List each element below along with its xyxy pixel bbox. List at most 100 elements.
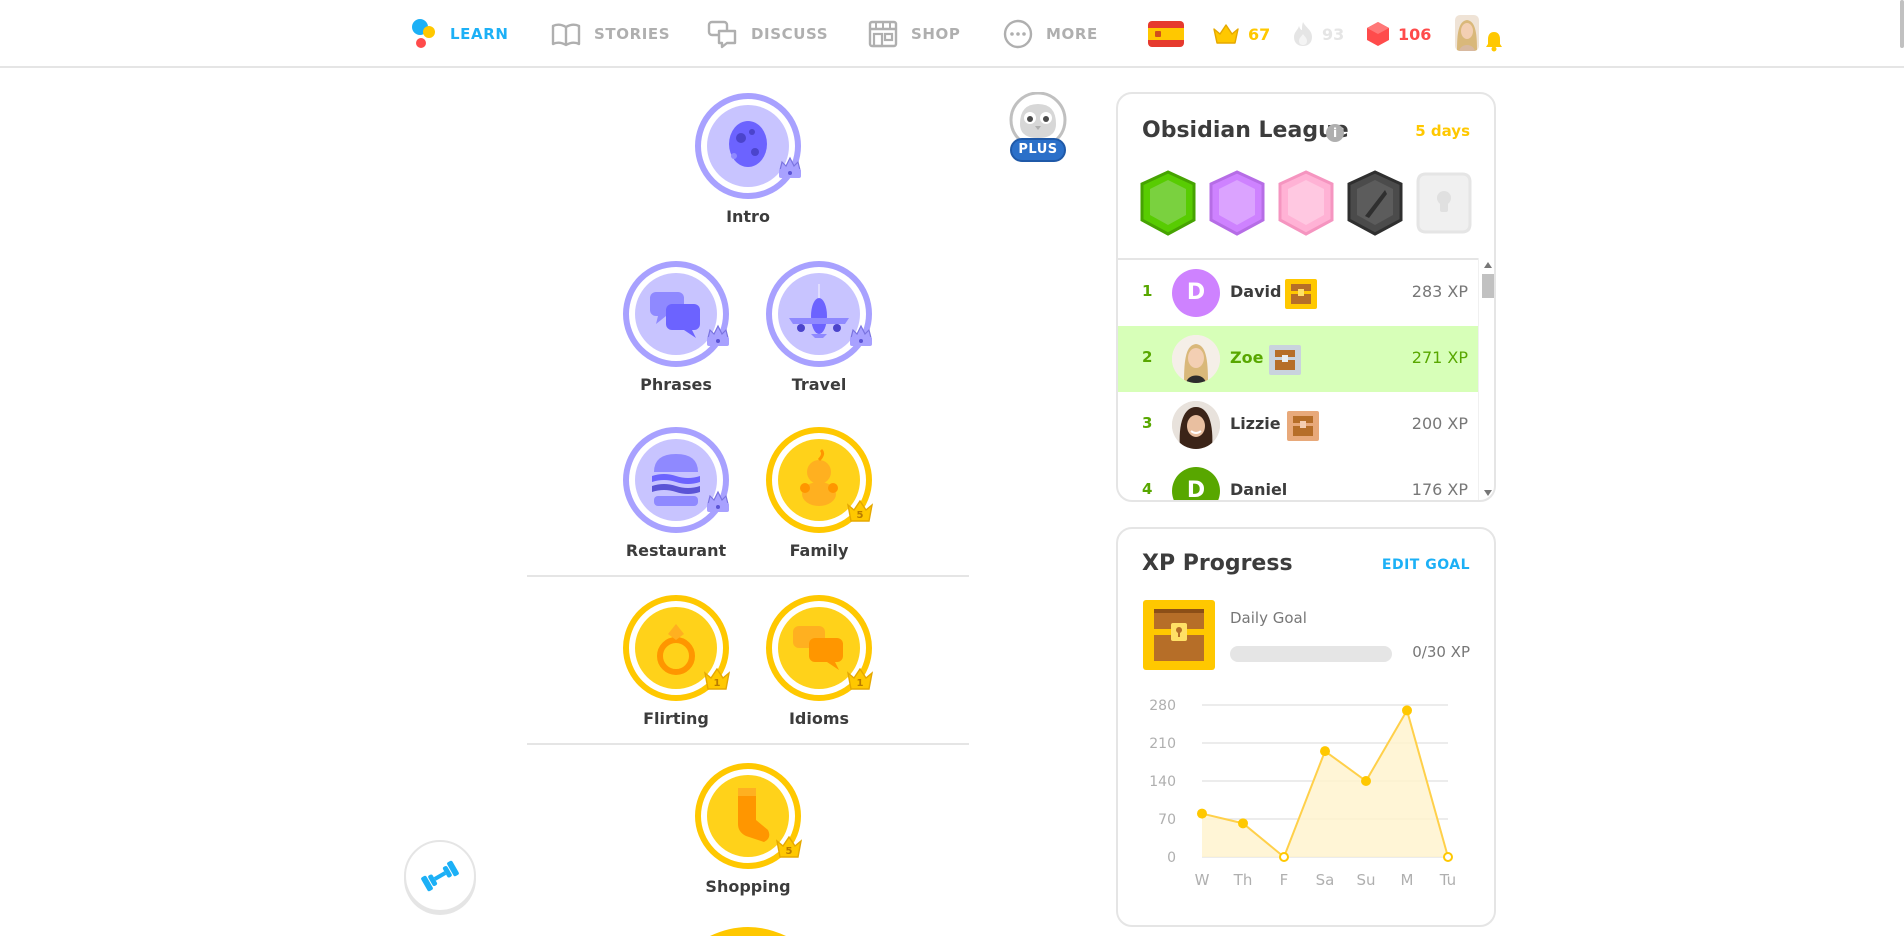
- amethyst-league-icon: [1209, 170, 1265, 236]
- data-point: [1279, 852, 1289, 862]
- skill-family[interactable]: 5 Family: [749, 426, 889, 560]
- league-badges: [1140, 170, 1480, 236]
- section-divider: [527, 575, 969, 577]
- gold-chest-icon: [1285, 279, 1317, 309]
- crown-icon: 1: [847, 668, 873, 690]
- x-tick-label: F: [1280, 871, 1289, 889]
- more-dots-icon: [1003, 19, 1033, 49]
- scroll-up-icon[interactable]: [1484, 262, 1492, 268]
- leaderboard-row[interactable]: 4 D Daniel 176 XP: [1118, 458, 1478, 500]
- xp-progress-card: XP Progress EDIT GOAL Daily Goal 0/30 XP…: [1116, 527, 1496, 927]
- skill-travel[interactable]: Travel: [749, 260, 889, 394]
- notification-bell-icon[interactable]: [1485, 30, 1503, 52]
- profile-photo-icon: [1172, 401, 1220, 449]
- streak-count: 93: [1322, 24, 1345, 44]
- user-name[interactable]: Lizzie: [1230, 414, 1281, 433]
- profile-avatar[interactable]: [1455, 15, 1479, 51]
- locked-league-icon: [1416, 172, 1472, 234]
- nav-more-label: MORE: [1046, 25, 1098, 43]
- skill-ring: 5: [694, 762, 802, 870]
- skill-phrases[interactable]: Phrases: [606, 260, 746, 394]
- language-selector[interactable]: [1148, 17, 1184, 51]
- y-tick-label: 70: [1158, 812, 1176, 828]
- avatar[interactable]: D: [1172, 269, 1220, 317]
- section-divider: [527, 743, 969, 745]
- rank-number: 4: [1142, 480, 1153, 498]
- skill-restaurant[interactable]: Restaurant: [606, 426, 746, 560]
- crown-level: 5: [786, 846, 793, 857]
- crowns-count: 67: [1248, 24, 1271, 44]
- skill-name: Intro: [726, 207, 770, 226]
- speech-bubbles-icon: [623, 261, 729, 367]
- data-point: [1361, 776, 1371, 786]
- leaderboard-list[interactable]: 1 D David 283 XP 2 Zoe 271 XP 3 Lizzie 2…: [1118, 258, 1478, 500]
- x-tick-label: Sa: [1316, 871, 1335, 889]
- user-name[interactable]: David: [1230, 282, 1281, 301]
- skill-intro[interactable]: Intro: [678, 92, 818, 226]
- obsidian-league-icon: [1347, 170, 1403, 236]
- daily-goal-label: Daily Goal: [1230, 609, 1307, 627]
- skill-ring: [622, 426, 730, 534]
- user-xp: 176 XP: [1411, 480, 1468, 499]
- skill-ring: [622, 260, 730, 368]
- crowns-counter[interactable]: 67: [1212, 17, 1270, 51]
- skill-name: Travel: [791, 375, 847, 394]
- nav-discuss-label: DISCUSS: [751, 25, 829, 43]
- nav-shop[interactable]: SHOP: [867, 17, 961, 51]
- skill-ring: [694, 92, 802, 200]
- flame-icon: [1294, 22, 1312, 46]
- y-tick-label: 210: [1149, 736, 1176, 752]
- plus-badge[interactable]: PLUS: [1008, 91, 1068, 168]
- gem-icon: [1367, 22, 1389, 46]
- skill-ring: 5: [765, 426, 873, 534]
- scroll-down-icon[interactable]: [1484, 490, 1492, 496]
- y-tick-label: 280: [1149, 698, 1176, 714]
- skill-name: Idioms: [788, 709, 850, 728]
- x-tick-label: W: [1195, 871, 1210, 889]
- crown-icon: 1: [704, 668, 730, 690]
- shop-icon: [868, 20, 898, 48]
- airplane-icon: [766, 261, 872, 367]
- page-scrollbar[interactable]: [1900, 0, 1904, 48]
- chat-bubbles-icon: [707, 20, 737, 49]
- nav-more[interactable]: MORE: [1002, 17, 1098, 51]
- avatar[interactable]: [1172, 335, 1220, 383]
- leaderboard-row[interactable]: 1 D David 283 XP: [1118, 260, 1478, 326]
- league-days-left: 5 days: [1415, 122, 1470, 140]
- xp-line-chart: 0 70 140 210 280 W Th F Sa Su M Tu: [1149, 698, 1456, 889]
- crown-level: 5: [857, 510, 864, 521]
- streak-counter[interactable]: 93: [1292, 17, 1344, 51]
- edit-goal-link[interactable]: EDIT GOAL: [1382, 557, 1470, 573]
- data-point: [1402, 705, 1412, 716]
- user-name[interactable]: Zoe: [1230, 348, 1263, 367]
- info-icon[interactable]: i: [1326, 124, 1344, 142]
- user-name[interactable]: Daniel: [1230, 480, 1287, 499]
- daily-goal-progress-bar: [1230, 646, 1392, 662]
- skill-shopping[interactable]: 5 Shopping: [678, 762, 818, 896]
- nav-learn[interactable]: LEARN: [406, 17, 509, 51]
- gems-count: 106: [1398, 24, 1432, 44]
- learn-icon: [412, 19, 435, 48]
- skill-flirting[interactable]: 1 Flirting: [606, 594, 746, 728]
- gems-counter[interactable]: 106: [1366, 17, 1431, 51]
- nav-discuss[interactable]: DISCUSS: [707, 17, 828, 51]
- x-tick-label: Th: [1233, 871, 1253, 889]
- leaderboard-row-current-user[interactable]: 2 Zoe 271 XP: [1118, 326, 1478, 392]
- avatar[interactable]: [1172, 401, 1220, 449]
- league-card: Obsidian League i 5 days 1 D David 283 X…: [1116, 92, 1496, 502]
- nav-stories[interactable]: STORIES: [550, 17, 670, 51]
- leaderboard-row[interactable]: 3 Lizzie 200 XP: [1118, 392, 1478, 458]
- leaderboard-scrollbar[interactable]: [1478, 258, 1494, 500]
- profile-photo-icon: [1172, 335, 1220, 383]
- silver-chest-icon: [1269, 345, 1301, 375]
- crown-icon: 5: [847, 500, 873, 522]
- avatar[interactable]: D: [1172, 467, 1220, 500]
- nav-shop-label: SHOP: [911, 25, 961, 43]
- scrollbar-thumb[interactable]: [1482, 274, 1494, 298]
- skill-idioms[interactable]: 1 Idioms: [749, 594, 889, 728]
- user-xp: 200 XP: [1411, 414, 1468, 433]
- skill-name: Phrases: [640, 375, 712, 394]
- practice-button[interactable]: [404, 840, 476, 912]
- skill-name: Family: [789, 541, 849, 560]
- data-point: [1443, 852, 1453, 862]
